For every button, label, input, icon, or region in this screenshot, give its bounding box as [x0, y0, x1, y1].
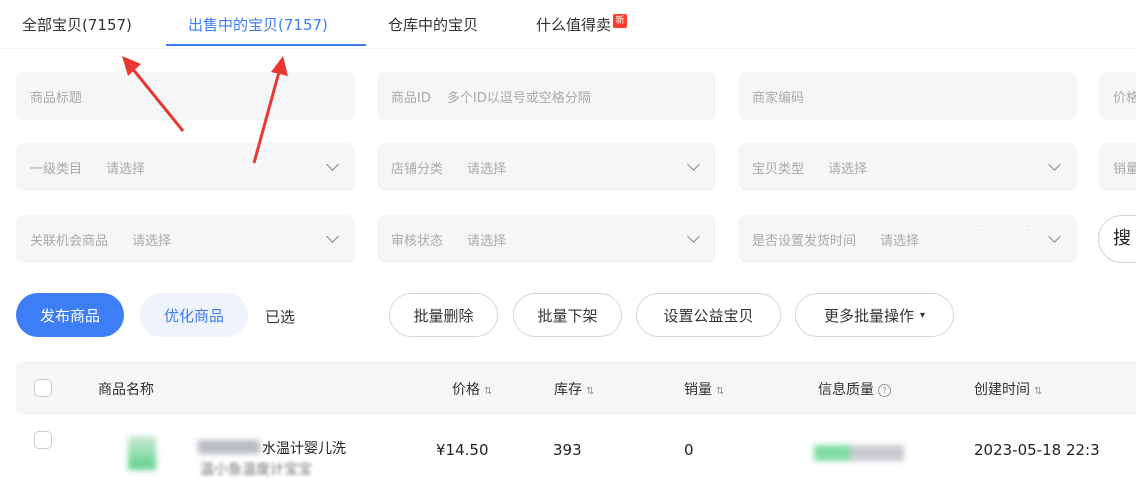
annotation-arrows [122, 56, 288, 164]
red-arrow-icon [252, 56, 288, 164]
red-arrow-icon [122, 56, 185, 132]
